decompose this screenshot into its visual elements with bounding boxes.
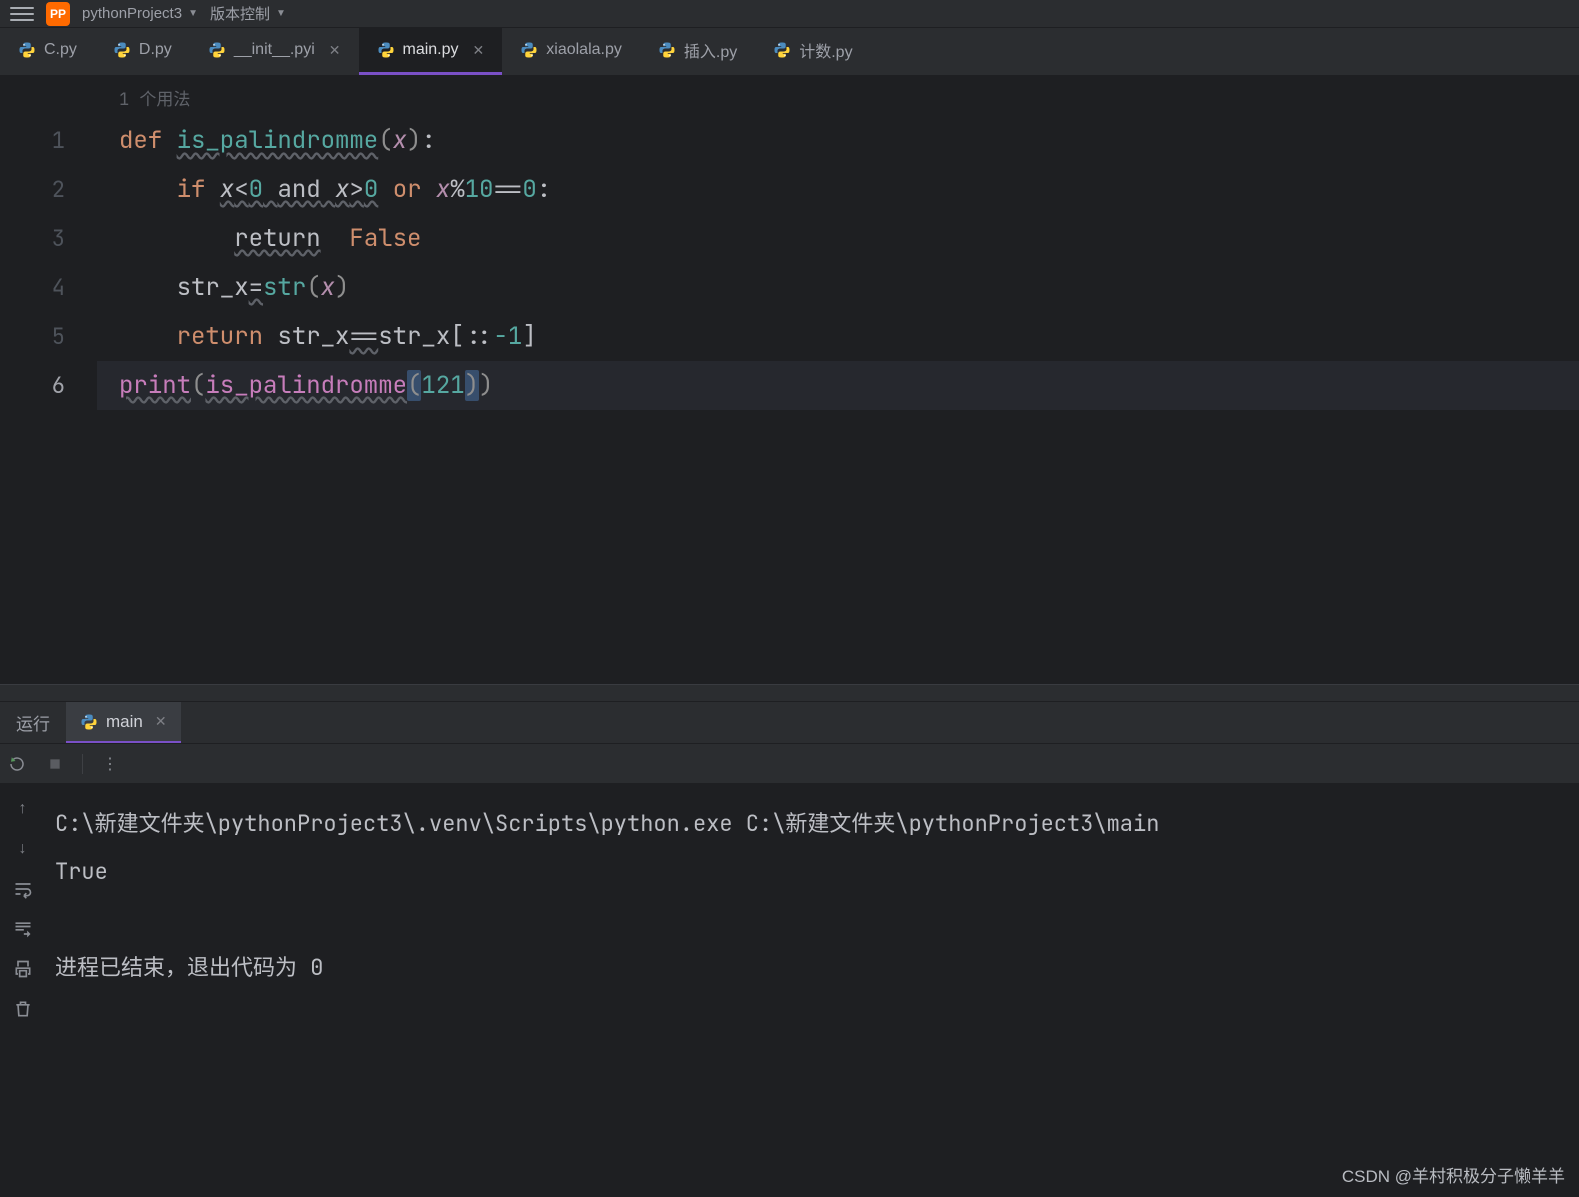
stop-button[interactable] — [44, 753, 66, 775]
line-number[interactable]: 2 — [0, 165, 97, 214]
close-icon[interactable]: ✕ — [155, 713, 167, 730]
main-menu-button[interactable] — [10, 2, 34, 26]
soft-wrap-icon[interactable] — [12, 878, 34, 900]
python-file-icon — [113, 41, 131, 59]
line-number[interactable]: 4 — [0, 263, 97, 312]
python-file-icon — [520, 41, 538, 59]
tab-label: D.py — [139, 41, 172, 59]
rerun-button[interactable] — [6, 753, 28, 775]
more-actions-button[interactable]: ⋮ — [99, 753, 121, 775]
project-name-label: pythonProject3 — [82, 5, 182, 22]
run-toolbar: ⋮ — [0, 744, 1579, 784]
vcs-label: 版本控制 — [210, 3, 270, 24]
code-line[interactable]: if x<0 and x>0 or x%10==0: — [97, 165, 1579, 214]
tab-label: C.py — [44, 41, 77, 59]
run-tab-label: main — [106, 712, 143, 732]
tab-jishu[interactable]: 计数.py — [755, 28, 870, 75]
close-tab-icon[interactable]: ✕ — [329, 42, 341, 59]
tab-main[interactable]: main.py ✕ — [359, 28, 503, 75]
tab-c[interactable]: C.py — [0, 28, 95, 75]
line-number[interactable]: 1 — [0, 116, 97, 165]
project-badge[interactable]: PP — [46, 2, 70, 26]
line-number[interactable]: 6 — [0, 361, 97, 410]
run-panel-title[interactable]: 运行 — [0, 702, 66, 743]
code-line[interactable]: def is_palindromme(x): — [97, 116, 1579, 165]
close-tab-icon[interactable]: ✕ — [473, 42, 485, 59]
line-number[interactable]: 3 — [0, 214, 97, 263]
line-number[interactable]: 5 — [0, 312, 97, 361]
run-console: ↑ ↓ C:\新建文件夹\pythonProject3\.venv\Script… — [0, 784, 1579, 1197]
console-output[interactable]: C:\新建文件夹\pythonProject3\.venv\Scripts\py… — [45, 784, 1579, 1197]
scroll-to-end-icon[interactable] — [12, 918, 34, 940]
print-icon[interactable] — [12, 958, 34, 980]
project-selector[interactable]: pythonProject3 ▼ — [82, 5, 198, 22]
code-area[interactable]: 1 个用法 def is_palindromme(x): if x<0 and … — [97, 76, 1579, 684]
tab-label: 插入.py — [684, 38, 737, 62]
code-line[interactable]: print(is_palindromme(121)) — [97, 361, 1579, 410]
gutter: 1 2 3 4 5 6 — [0, 76, 97, 684]
top-toolbar: PP pythonProject3 ▼ 版本控制 ▼ — [0, 0, 1579, 28]
separator — [82, 754, 83, 774]
tab-label: __init__.pyi — [234, 41, 315, 59]
chevron-down-icon: ▼ — [276, 8, 286, 19]
code-editor[interactable]: 1 2 3 4 5 6 1 个用法 def is_palindromme(x):… — [0, 76, 1579, 684]
tab-charu[interactable]: 插入.py — [640, 28, 755, 75]
tab-init[interactable]: __init__.pyi ✕ — [190, 28, 359, 75]
tab-label: main.py — [403, 41, 459, 59]
usages-hint[interactable]: 1 个用法 — [97, 84, 1579, 116]
python-file-icon — [18, 41, 36, 59]
trash-icon[interactable] — [12, 998, 34, 1020]
run-config-tab[interactable]: main ✕ — [66, 702, 181, 743]
python-file-icon — [208, 41, 226, 59]
tab-label: xiaolala.py — [546, 41, 622, 59]
python-file-icon — [658, 41, 676, 59]
tab-label: 计数.py — [799, 38, 852, 62]
console-exit: 进程已结束，退出代码为 0 — [55, 953, 323, 982]
python-file-icon — [773, 41, 791, 59]
down-arrow-icon[interactable]: ↓ — [12, 838, 34, 860]
vcs-menu[interactable]: 版本控制 ▼ — [210, 3, 286, 24]
chevron-down-icon: ▼ — [188, 8, 198, 19]
console-line: True — [55, 857, 108, 886]
watermark: CSDN @羊村积极分子懒羊羊 — [1342, 1162, 1565, 1187]
console-side-toolbar: ↑ ↓ — [0, 784, 45, 1197]
run-panel-header: 运行 main ✕ — [0, 702, 1579, 744]
up-arrow-icon[interactable]: ↑ — [12, 798, 34, 820]
tab-d[interactable]: D.py — [95, 28, 190, 75]
code-line[interactable]: return False — [97, 214, 1579, 263]
editor-tabs: C.py D.py __init__.pyi ✕ main.py ✕ xiaol… — [0, 28, 1579, 76]
python-file-icon — [377, 41, 395, 59]
panel-splitter[interactable] — [0, 684, 1579, 702]
code-line[interactable]: return str_x==str_x[::-1] — [97, 312, 1579, 361]
tab-xiaolala[interactable]: xiaolala.py — [502, 28, 640, 75]
code-line[interactable]: str_x=str(x) — [97, 263, 1579, 312]
console-cmd: C:\新建文件夹\pythonProject3\.venv\Scripts\py… — [55, 809, 1159, 838]
python-file-icon — [80, 713, 98, 731]
